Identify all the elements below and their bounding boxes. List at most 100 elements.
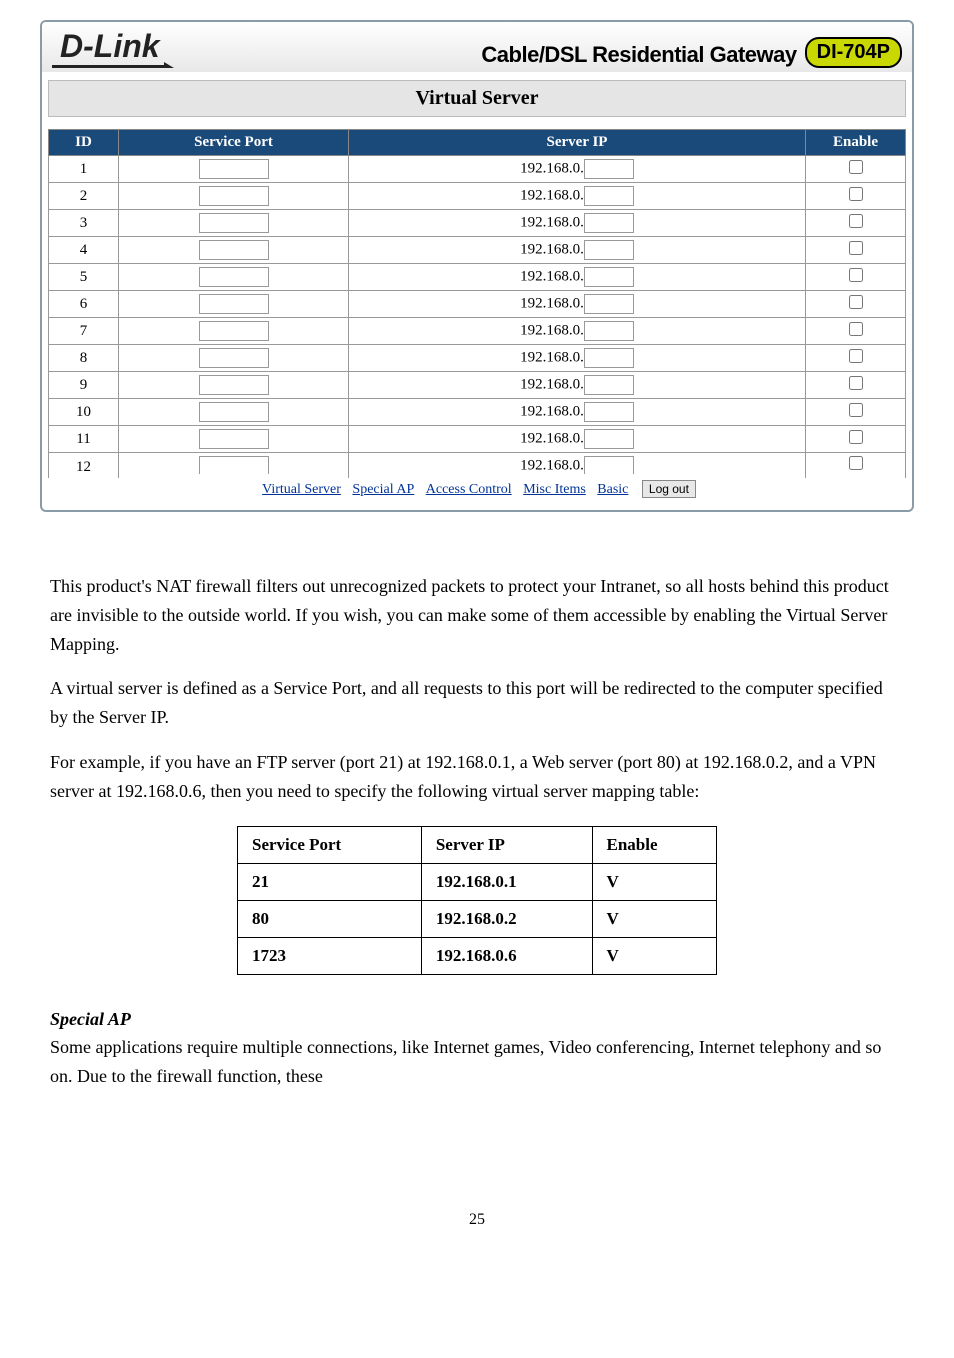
row-enable-cell <box>806 210 906 237</box>
server-ip-input[interactable] <box>584 294 634 314</box>
row-port-cell <box>119 183 349 210</box>
service-port-input[interactable] <box>199 159 269 179</box>
service-port-input[interactable] <box>199 321 269 341</box>
doc-paragraph-4: Some applications require multiple conne… <box>50 1033 904 1091</box>
nav-access-control[interactable]: Access Control <box>426 482 512 497</box>
row-id: 9 <box>49 372 119 399</box>
footer-nav: Virtual Server Special AP Access Control… <box>48 478 906 504</box>
service-port-input[interactable] <box>199 375 269 395</box>
table-row: 9 192.168.0. <box>49 372 906 399</box>
virtual-server-table: ID Service Port Server IP Enable 1192.16… <box>48 129 906 482</box>
enable-checkbox[interactable] <box>849 295 863 309</box>
enable-checkbox[interactable] <box>849 376 863 390</box>
example-cell: 21 <box>238 863 422 900</box>
server-ip-input[interactable] <box>584 240 634 260</box>
example-row: 80192.168.0.2V <box>238 900 717 937</box>
example-cell: 192.168.0.6 <box>421 937 592 974</box>
enable-checkbox[interactable] <box>849 160 863 174</box>
enable-checkbox[interactable] <box>849 349 863 363</box>
col-header-port: Service Port <box>119 130 349 156</box>
nav-misc-items[interactable]: Misc Items <box>523 482 586 497</box>
table-row: 5192.168.0. <box>49 264 906 291</box>
ip-prefix: 192.168.0. <box>520 241 584 257</box>
doc-paragraph-3: For example, if you have an FTP server (… <box>50 748 904 806</box>
row-ip-cell: 192.168.0. <box>349 399 806 426</box>
example-cell: V <box>592 900 716 937</box>
row-enable-cell <box>806 345 906 372</box>
service-port-input[interactable] <box>199 186 269 206</box>
row-id: 7 <box>49 318 119 345</box>
ip-prefix: 192.168.0. <box>520 403 584 419</box>
ip-prefix: 192.168.0. <box>520 295 584 311</box>
doc-paragraph-1: This product's NAT firewall filters out … <box>50 572 904 658</box>
example-cell: 192.168.0.2 <box>421 900 592 937</box>
service-port-input[interactable] <box>199 213 269 233</box>
service-port-input[interactable] <box>199 429 269 449</box>
server-ip-input[interactable] <box>584 186 634 206</box>
row-id: 3 <box>49 210 119 237</box>
row-ip-cell: 192.168.0. <box>349 237 806 264</box>
document-body-2: Special AP Some applications require mul… <box>50 1005 904 1091</box>
server-ip-input[interactable] <box>584 456 634 474</box>
nav-virtual-server[interactable]: Virtual Server <box>262 482 341 497</box>
doc-paragraph-2: A virtual server is defined as a Service… <box>50 674 904 732</box>
enable-checkbox[interactable] <box>849 403 863 417</box>
row-id: 10 <box>49 399 119 426</box>
row-id: 2 <box>49 183 119 210</box>
ex-head-ip: Server IP <box>421 826 592 863</box>
row-enable-cell <box>806 372 906 399</box>
nav-special-ap[interactable]: Special AP <box>352 482 414 497</box>
server-ip-input[interactable] <box>584 267 634 287</box>
row-ip-cell: 192.168.0. <box>349 291 806 318</box>
enable-checkbox[interactable] <box>849 456 863 470</box>
row-enable-cell <box>806 156 906 183</box>
table-row: 11192.168.0. <box>49 426 906 453</box>
row-id: 11 <box>49 426 119 453</box>
server-ip-input[interactable] <box>584 213 634 233</box>
enable-checkbox[interactable] <box>849 214 863 228</box>
example-cell: V <box>592 863 716 900</box>
model-badge: DI-704P <box>805 37 902 68</box>
table-row: 2192.168.0. <box>49 183 906 210</box>
enable-checkbox[interactable] <box>849 430 863 444</box>
example-table: Service Port Server IP Enable 21192.168.… <box>237 826 717 975</box>
service-port-input[interactable] <box>199 267 269 287</box>
enable-checkbox[interactable] <box>849 268 863 282</box>
row-port-cell <box>119 156 349 183</box>
server-ip-input[interactable] <box>584 429 634 449</box>
service-port-input[interactable] <box>199 402 269 422</box>
service-port-input[interactable] <box>199 348 269 368</box>
page-title: Virtual Server <box>48 80 906 117</box>
server-ip-input[interactable] <box>584 321 634 341</box>
row-port-cell <box>119 237 349 264</box>
table-row: 8192.168.0. <box>49 345 906 372</box>
enable-checkbox[interactable] <box>849 241 863 255</box>
nav-basic[interactable]: Basic <box>597 482 628 497</box>
row-port-cell <box>119 372 349 399</box>
table-row: 6192.168.0. <box>49 291 906 318</box>
enable-checkbox[interactable] <box>849 187 863 201</box>
server-ip-input[interactable] <box>584 402 634 422</box>
subhead-special-ap: Special AP <box>50 1005 904 1034</box>
service-port-input[interactable] <box>199 456 269 474</box>
table-row: 7192.168.0. <box>49 318 906 345</box>
row-ip-cell: 192.168.0. <box>349 345 806 372</box>
ip-prefix: 192.168.0. <box>520 376 584 392</box>
service-port-input[interactable] <box>199 240 269 260</box>
example-cell: 80 <box>238 900 422 937</box>
table-row: 4192.168.0. <box>49 237 906 264</box>
service-port-input[interactable] <box>199 294 269 314</box>
row-port-cell <box>119 291 349 318</box>
server-ip-input[interactable] <box>584 159 634 179</box>
row-ip-cell: 192.168.0. <box>349 264 806 291</box>
enable-checkbox[interactable] <box>849 322 863 336</box>
row-port-cell <box>119 345 349 372</box>
server-ip-input[interactable] <box>584 348 634 368</box>
example-cell: 192.168.0.1 <box>421 863 592 900</box>
logout-button[interactable]: Log out <box>642 480 696 498</box>
example-row: 21192.168.0.1V <box>238 863 717 900</box>
header-bar: D-Link Cable/DSL Residential Gateway DI-… <box>42 22 912 72</box>
row-port-cell <box>119 210 349 237</box>
col-header-ip: Server IP <box>349 130 806 156</box>
server-ip-input[interactable] <box>584 375 634 395</box>
